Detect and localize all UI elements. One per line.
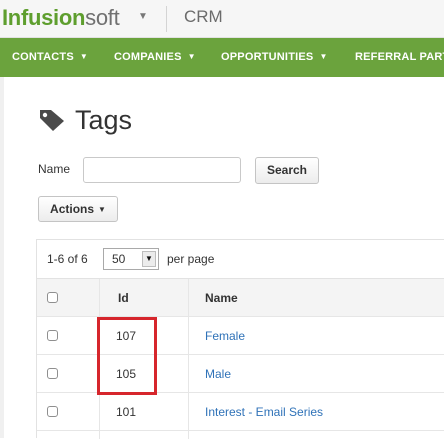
chevron-down-icon: ▼ [142, 251, 156, 267]
divider [166, 6, 167, 32]
column-divider [188, 279, 189, 439]
app-name[interactable]: CRM [184, 7, 223, 27]
column-header-id[interactable]: Id [118, 291, 129, 305]
left-edge [0, 77, 4, 438]
row-checkbox[interactable] [47, 406, 58, 417]
logo-text-light: soft [85, 5, 120, 30]
pager-range: 1-6 of 6 [47, 252, 88, 266]
chevron-down-icon: ▼ [98, 205, 106, 214]
nav-item-label: OPPORTUNITIES [221, 51, 314, 63]
tag-name-link[interactable]: Interest - Email Series [205, 405, 323, 419]
tag-name-link[interactable]: Female [205, 329, 245, 343]
per-page-value: 50 [112, 252, 126, 266]
nav-item-companies[interactable]: COMPANIES ▼ [114, 38, 196, 77]
tags-table: 1-6 of 6 50 ▼ per page Id Name 107 Femal… [36, 239, 444, 439]
column-header-name[interactable]: Name [205, 291, 238, 305]
tag-id: 107 [116, 329, 137, 343]
nav-item-label: REFERRAL PART [355, 51, 444, 63]
chevron-down-icon[interactable]: ▼ [138, 11, 148, 22]
nav-item-label: COMPANIES [114, 51, 182, 63]
actions-dropdown-button[interactable]: Actions ▼ [38, 196, 118, 222]
chevron-down-icon: ▼ [79, 52, 89, 61]
top-bar: Infusionsoft ▼ CRM [0, 0, 444, 38]
app-logo[interactable]: Infusionsoft [2, 1, 120, 35]
per-page-select[interactable]: 50 ▼ [103, 248, 159, 270]
pager: 1-6 of 6 50 ▼ per page [37, 240, 444, 279]
column-divider [99, 279, 100, 439]
chevron-down-icon: ▼ [319, 52, 328, 61]
chevron-down-icon: ▼ [187, 52, 196, 61]
tag-icon [38, 108, 66, 137]
tag-id: 105 [116, 367, 137, 381]
name-filter-label: Name [38, 162, 71, 176]
per-page-label: per page [167, 252, 215, 266]
actions-label: Actions [50, 202, 95, 216]
select-all-checkbox[interactable] [47, 292, 58, 303]
nav-item-opportunities[interactable]: OPPORTUNITIES ▼ [221, 38, 328, 77]
nav-item-contacts[interactable]: CONTACTS ▼ [12, 38, 88, 77]
row-checkbox[interactable] [47, 330, 58, 341]
name-filter-input[interactable] [83, 157, 241, 183]
row-checkbox[interactable] [47, 368, 58, 379]
main-nav: CONTACTS ▼ COMPANIES ▼ OPPORTUNITIES ▼ REFE… [0, 38, 444, 77]
tag-id: 101 [116, 405, 137, 419]
nav-item-label: CONTACTS [12, 51, 74, 63]
tag-name-link[interactable]: Male [205, 367, 231, 381]
page-title: Tags [75, 105, 133, 135]
nav-item-referral-partners[interactable]: REFERRAL PART [355, 38, 444, 77]
logo-text-bold: Infusion [2, 5, 86, 30]
search-button[interactable]: Search [255, 157, 319, 184]
